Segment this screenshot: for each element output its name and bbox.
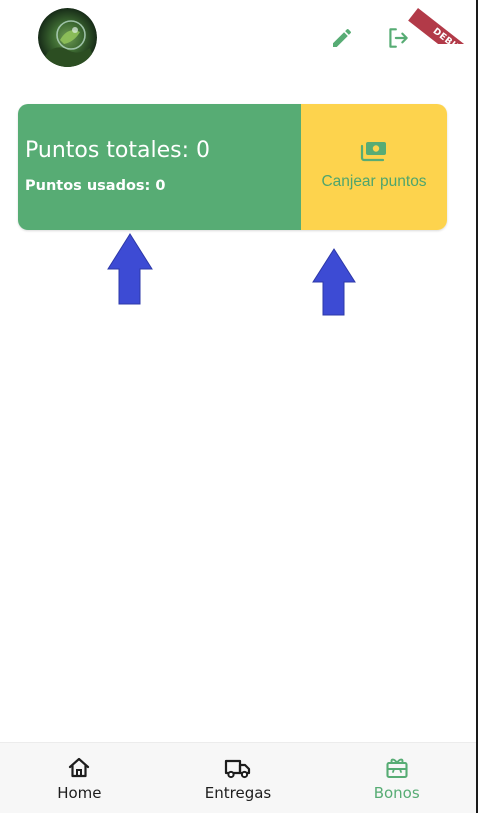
money-icon (360, 142, 386, 162)
points-card: Puntos totales: 0 Puntos usados: 0 Canje… (18, 104, 447, 230)
gift-card-icon (386, 758, 408, 779)
up-arrow-indicator (312, 248, 356, 320)
pencil-icon (333, 28, 352, 47)
total-points-label: Puntos totales: 0 (25, 138, 211, 163)
profile-avatar[interactable] (38, 8, 97, 67)
nav-item-bonos[interactable]: Bonos (317, 743, 476, 813)
home-icon (69, 757, 90, 778)
nav-item-entregas[interactable]: Entregas (159, 743, 318, 813)
debug-banner: DEBUG (400, 0, 476, 44)
nav-label-bonos: Bonos (373, 784, 420, 802)
app-screen: DEBUG Puntos totales: 0 Puntos usados: 0… (0, 0, 476, 813)
nav-label-entregas: Entregas (204, 784, 272, 802)
points-summary: Puntos totales: 0 Puntos usados: 0 (18, 104, 301, 230)
redeem-points-label: Canjear puntos (321, 173, 427, 190)
avatar-image (38, 8, 97, 67)
redeem-points-button[interactable]: Canjear puntos (301, 104, 447, 230)
up-arrow-icon (312, 248, 356, 316)
nav-item-home[interactable]: Home (0, 743, 159, 813)
used-points-label: Puntos usados: 0 (25, 178, 166, 194)
bottom-navigation: Home Entregas Bonos (0, 742, 476, 813)
up-arrow-icon (107, 233, 153, 305)
debug-banner-label: DEBUG (430, 26, 467, 44)
edit-button[interactable] (328, 24, 356, 52)
up-arrow-indicator (107, 233, 153, 309)
nav-label-home: Home (57, 784, 102, 802)
truck-icon (224, 759, 251, 779)
